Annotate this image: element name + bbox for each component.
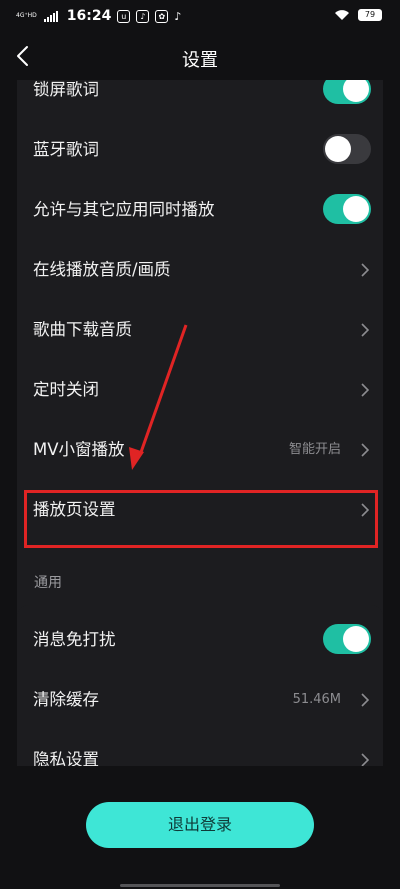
setting-label: 蓝牙歌词 <box>33 140 99 159</box>
bottom-bar: 退出登录 <box>0 766 400 889</box>
do-not-disturb-toggle[interactable] <box>323 624 371 654</box>
setting-value: 51.46M <box>292 692 341 707</box>
notification-grid-icon: ✿ <box>155 9 169 23</box>
setting-label: 锁屏歌词 <box>33 80 99 99</box>
status-bar: 4G⁺HD 16:24 u ♪ ✿ ♪ 79 <box>0 0 400 34</box>
setting-mv-mini-window[interactable]: MV小窗播放 智能开启 <box>17 420 383 480</box>
setting-label: 在线播放音质/画质 <box>33 260 171 279</box>
lockscreen-lyrics-toggle[interactable] <box>323 80 371 104</box>
wifi-icon <box>335 10 349 20</box>
setting-online-quality[interactable]: 在线播放音质/画质 <box>17 240 383 300</box>
nav-bar: 设置 <box>0 34 400 80</box>
status-right: 79 <box>334 9 382 21</box>
setting-do-not-disturb: 消息免打扰 <box>17 610 383 670</box>
setting-sleep-timer[interactable]: 定时关闭 <box>17 360 383 420</box>
notification-music-icon: ♪ <box>136 9 150 23</box>
chevron-right-icon <box>361 383 369 397</box>
bluetooth-lyrics-toggle[interactable] <box>323 134 371 164</box>
toggle-knob <box>343 196 369 222</box>
setting-label: 定时关闭 <box>33 380 99 399</box>
toggle-knob <box>343 626 369 652</box>
setting-bluetooth-lyrics: 蓝牙歌词 <box>17 120 383 180</box>
setting-label: 清除缓存 <box>33 690 99 709</box>
logout-button[interactable]: 退出登录 <box>86 802 314 848</box>
setting-value: 智能开启 <box>288 442 341 457</box>
general-settings-card: 消息免打扰 清除缓存 51.46M 隐私设置 <box>17 605 383 766</box>
network-type: 4G⁺HD <box>16 12 37 19</box>
status-left: 4G⁺HD 16:24 u ♪ ✿ ♪ <box>16 8 181 24</box>
setting-lockscreen-lyrics: 锁屏歌词 <box>17 80 383 120</box>
setting-clear-cache[interactable]: 清除缓存 51.46M <box>17 670 383 730</box>
setting-allow-simultaneous-playback: 允许与其它应用同时播放 <box>17 180 383 240</box>
home-indicator <box>120 884 280 887</box>
settings-list[interactable]: 锁屏歌词 蓝牙歌词 允许与其它应用同时播放 在线播放音质/画质 歌曲下载音质 定… <box>0 80 400 766</box>
clock: 16:24 <box>66 8 112 24</box>
battery-icon: 79 <box>358 9 382 21</box>
chevron-right-icon <box>361 753 369 766</box>
setting-privacy[interactable]: 隐私设置 <box>17 730 383 766</box>
notification-app-icon: u <box>117 9 131 23</box>
chevron-right-icon <box>361 693 369 707</box>
setting-label: 隐私设置 <box>33 750 99 766</box>
setting-label: MV小窗播放 <box>33 440 125 459</box>
toggle-knob <box>343 80 369 102</box>
setting-label: 消息免打扰 <box>33 630 116 649</box>
playback-settings-card: 锁屏歌词 蓝牙歌词 允许与其它应用同时播放 在线播放音质/画质 歌曲下载音质 定… <box>17 80 383 640</box>
section-title-general: 通用 <box>34 575 62 591</box>
toggle-knob <box>325 136 351 162</box>
simultaneous-playback-toggle[interactable] <box>323 194 371 224</box>
chevron-right-icon <box>361 323 369 337</box>
chevron-right-icon <box>361 263 369 277</box>
page-title: 设置 <box>182 50 218 71</box>
setting-label: 允许与其它应用同时播放 <box>33 200 215 219</box>
highlight-box <box>24 490 378 548</box>
setting-label: 歌曲下载音质 <box>33 320 132 339</box>
signal-icon <box>43 10 58 22</box>
setting-download-quality[interactable]: 歌曲下载音质 <box>17 300 383 360</box>
chevron-right-icon <box>361 443 369 457</box>
tiktok-icon: ♪ <box>174 9 182 23</box>
